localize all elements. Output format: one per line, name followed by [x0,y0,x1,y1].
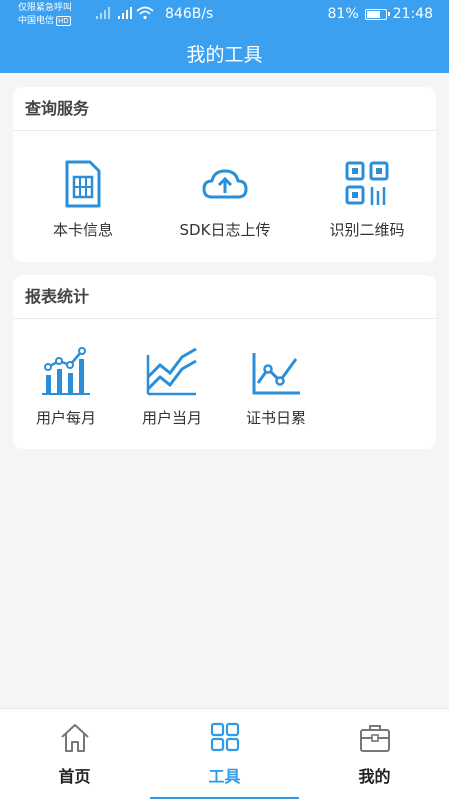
user-monthly-label: 用户每月 [35,409,96,427]
card-info-label: 本卡信息 [52,221,113,239]
query-service-card: 查询服务 本卡信息 SDK日志上传 识别二维码 [13,87,436,262]
battery-percent: 81% [327,6,359,22]
briefcase-icon [359,725,390,752]
line-chart-icon [252,353,300,395]
cert-daily-cumulative-button[interactable]: 证书日累 [233,347,319,428]
area-trend-icon [146,347,197,396]
card-info-button[interactable]: 本卡信息 [33,159,133,240]
clock: 21:48 [392,6,433,22]
page-title: 我的工具 [186,44,263,66]
nav-mine[interactable]: 我的 [300,721,449,787]
network-speed: 846B/s [165,6,214,22]
wifi-icon [136,6,154,20]
sdk-log-upload-button[interactable]: SDK日志上传 [170,159,280,240]
signal-icons [96,6,154,20]
sim-card-icon [65,160,101,208]
nav-home[interactable]: 首页 [0,721,149,787]
battery-fill [366,10,381,18]
carrier-info: 仅限紧急呼叫 中国电信 HD [18,2,72,28]
status-right: 81% 21:48 [328,6,433,22]
stats-title: 报表统计 [13,275,436,319]
cert-daily-cumulative-label: 证书日累 [245,409,306,427]
query-service-title: 查询服务 [13,87,436,131]
user-current-month-button[interactable]: 用户当月 [129,347,215,428]
carrier-name: 中国电信 [18,16,55,26]
nav-home-label: 首页 [58,767,91,786]
nav-mine-label: 我的 [358,767,391,786]
bottom-nav: 首页 工具 我的 [0,708,449,799]
scan-qr-label: 识别二维码 [329,221,405,239]
user-monthly-button[interactable]: 用户每月 [23,347,109,428]
signal-4g-icon [118,7,132,19]
battery-icon [364,8,390,20]
scan-qr-button[interactable]: 识别二维码 [315,159,419,240]
qr-code-icon [345,161,389,205]
nav-tools-label: 工具 [208,767,241,786]
app-header: 仅限紧急呼叫 中国电信 HD 846B/s 81% 21:48 我的工具 [0,0,449,73]
signal-icon [96,7,110,19]
bar-line-chart-icon [42,347,90,395]
grid-icon [210,722,239,752]
cloud-upload-icon [202,169,248,199]
user-current-month-label: 用户当月 [141,409,202,427]
home-icon [60,724,89,752]
stats-card: 报表统计 用户每月 用户当月 证书日累 [13,275,436,449]
nav-tools[interactable]: 工具 [150,721,299,787]
sdk-log-upload-label: SDK日志上传 [179,221,271,239]
hd-badge: HD [56,16,71,26]
carrier-emergency-text: 仅限紧急呼叫 [18,3,73,13]
